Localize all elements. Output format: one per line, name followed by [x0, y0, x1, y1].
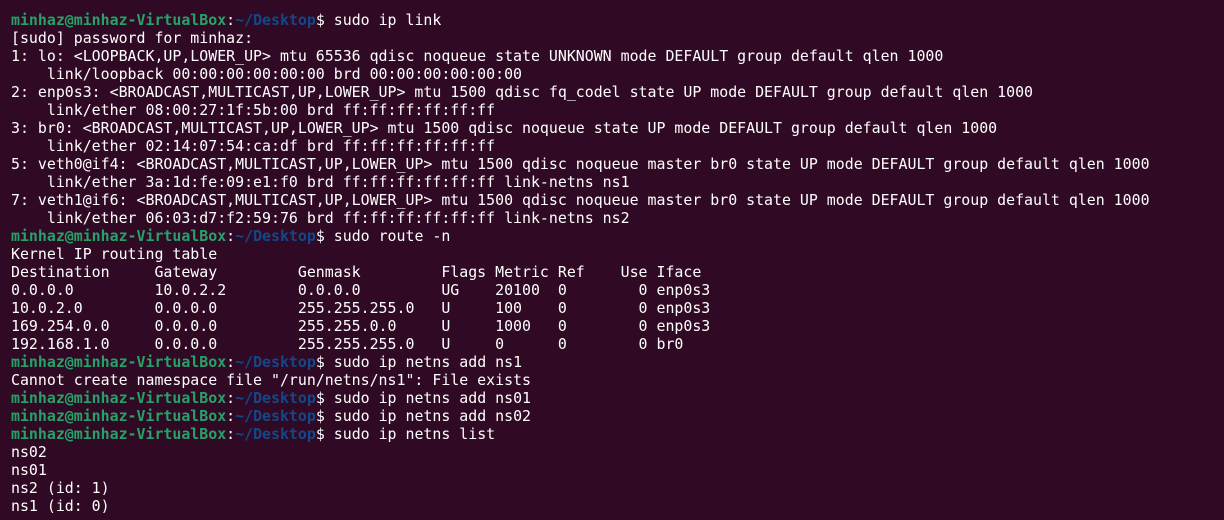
output-text: 0.0.0.0 10.0.2.2 0.0.0.0 UG 20100 0 0 en…: [11, 281, 711, 299]
output-text: 2: enp0s3: <BROADCAST,MULTICAST,UP,LOWER…: [11, 83, 1034, 101]
output-text: 1: lo: <LOOPBACK,UP,LOWER_UP> mtu 65536 …: [11, 47, 944, 65]
prompt-dollar: $: [315, 11, 334, 29]
output-line: link/ether 08:00:27:1f:5b:00 brd ff:ff:f…: [11, 101, 1224, 119]
output-line: ns2 (id: 1): [11, 479, 1224, 497]
terminal-window[interactable]: minhaz@minhaz-VirtualBox:~/Desktop$ sudo…: [0, 0, 1224, 520]
output-text: link/ether 06:03:d7:f2:59:76 brd ff:ff:f…: [11, 209, 630, 227]
output-text: 3: br0: <BROADCAST,MULTICAST,UP,LOWER_UP…: [11, 119, 998, 137]
output-line: 2: enp0s3: <BROADCAST,MULTICAST,UP,LOWER…: [11, 83, 1224, 101]
output-line: ns01: [11, 461, 1224, 479]
output-text: link/ether 02:14:07:54:ca:df brd ff:ff:f…: [11, 137, 496, 155]
prompt-path: ~/Desktop: [235, 353, 316, 371]
command-line: minhaz@minhaz-VirtualBox:~/Desktop$ sudo…: [11, 389, 1224, 407]
prompt-path: ~/Desktop: [235, 407, 316, 425]
output-line: ns1 (id: 0): [11, 497, 1224, 515]
prompt-dollar: $: [315, 353, 334, 371]
command-text: sudo ip netns add ns01: [333, 389, 531, 407]
prompt-dollar: $: [315, 425, 334, 443]
output-line: link/loopback 00:00:00:00:00:00 brd 00:0…: [11, 65, 1224, 83]
command-text: sudo route -n: [333, 227, 451, 245]
output-text: ns01: [11, 461, 47, 479]
output-line: 1: lo: <LOOPBACK,UP,LOWER_UP> mtu 65536 …: [11, 47, 1224, 65]
command-line: minhaz@minhaz-VirtualBox:~/Desktop$ sudo…: [11, 407, 1224, 425]
output-text: ns2 (id: 1): [11, 479, 110, 497]
output-line: 5: veth0@if4: <BROADCAST,MULTICAST,UP,LO…: [11, 155, 1224, 173]
output-line: 192.168.1.0 0.0.0.0 255.255.255.0 U 0 0 …: [11, 335, 1224, 353]
prompt-path: ~/Desktop: [235, 227, 316, 245]
prompt-colon: :: [226, 407, 236, 425]
output-line: Destination Gateway Genmask Flags Metric…: [11, 263, 1224, 281]
output-text: 7: veth1@if6: <BROADCAST,MULTICAST,UP,LO…: [11, 191, 1150, 209]
command-text: sudo ip netns add ns1: [333, 353, 523, 371]
command-text: sudo ip link: [333, 11, 442, 29]
output-line: Kernel IP routing table: [11, 245, 1224, 263]
prompt-path: ~/Desktop: [235, 425, 316, 443]
output-text: 169.254.0.0 0.0.0.0 255.255.0.0 U 1000 0…: [11, 317, 711, 335]
command-text: sudo ip netns list: [333, 425, 496, 443]
output-text: link/ether 08:00:27:1f:5b:00 brd ff:ff:f…: [11, 101, 496, 119]
output-text: [sudo] password for minhaz:: [11, 29, 254, 47]
prompt-user-host: minhaz@minhaz-VirtualBox: [11, 425, 227, 443]
command-line: minhaz@minhaz-VirtualBox:~/Desktop$ sudo…: [11, 11, 1224, 29]
command-line: minhaz@minhaz-VirtualBox:~/Desktop$ sudo…: [11, 353, 1224, 371]
output-line: link/ether 06:03:d7:f2:59:76 brd ff:ff:f…: [11, 209, 1224, 227]
prompt-colon: :: [226, 227, 236, 245]
prompt-path: ~/Desktop: [235, 11, 316, 29]
output-line: link/ether 3a:1d:fe:09:e1:f0 brd ff:ff:f…: [11, 173, 1224, 191]
command-line: minhaz@minhaz-VirtualBox:~/Desktop$ sudo…: [11, 227, 1224, 245]
output-line: Cannot create namespace file "/run/netns…: [11, 371, 1224, 389]
prompt-user-host: minhaz@minhaz-VirtualBox: [11, 227, 227, 245]
output-line: 3: br0: <BROADCAST,MULTICAST,UP,LOWER_UP…: [11, 119, 1224, 137]
prompt-path: ~/Desktop: [235, 389, 316, 407]
command-text: sudo ip netns add ns02: [333, 407, 531, 425]
output-text: Destination Gateway Genmask Flags Metric…: [11, 263, 702, 281]
output-line: 0.0.0.0 10.0.2.2 0.0.0.0 UG 20100 0 0 en…: [11, 281, 1224, 299]
command-line: minhaz@minhaz-VirtualBox:~/Desktop$ sudo…: [11, 425, 1224, 443]
output-line: ns02: [11, 443, 1224, 461]
output-text: link/loopback 00:00:00:00:00:00 brd 00:0…: [11, 65, 523, 83]
output-line: [sudo] password for minhaz:: [11, 29, 1224, 47]
prompt-user-host: minhaz@minhaz-VirtualBox: [11, 11, 227, 29]
prompt-dollar: $: [315, 227, 334, 245]
output-text: link/ether 3a:1d:fe:09:e1:f0 brd ff:ff:f…: [11, 173, 630, 191]
prompt-colon: :: [226, 11, 236, 29]
output-line: link/ether 02:14:07:54:ca:df brd ff:ff:f…: [11, 137, 1224, 155]
prompt-dollar: $: [315, 407, 334, 425]
prompt-colon: :: [226, 389, 236, 407]
output-line: 10.0.2.0 0.0.0.0 255.255.255.0 U 100 0 0…: [11, 299, 1224, 317]
prompt-dollar: $: [315, 389, 334, 407]
prompt-user-host: minhaz@minhaz-VirtualBox: [11, 353, 227, 371]
output-text: Kernel IP routing table: [11, 245, 218, 263]
output-text: 10.0.2.0 0.0.0.0 255.255.255.0 U 100 0 0…: [11, 299, 711, 317]
prompt-user-host: minhaz@minhaz-VirtualBox: [11, 407, 227, 425]
prompt-colon: :: [226, 353, 236, 371]
output-text: ns02: [11, 443, 47, 461]
output-text: ns1 (id: 0): [11, 497, 110, 515]
prompt-user-host: minhaz@minhaz-VirtualBox: [11, 389, 227, 407]
output-text: 192.168.1.0 0.0.0.0 255.255.255.0 U 0 0 …: [11, 335, 684, 353]
output-text: 5: veth0@if4: <BROADCAST,MULTICAST,UP,LO…: [11, 155, 1150, 173]
prompt-colon: :: [226, 425, 236, 443]
output-line: 169.254.0.0 0.0.0.0 255.255.0.0 U 1000 0…: [11, 317, 1224, 335]
output-line: 7: veth1@if6: <BROADCAST,MULTICAST,UP,LO…: [11, 191, 1224, 209]
output-text: Cannot create namespace file "/run/netns…: [11, 371, 531, 389]
